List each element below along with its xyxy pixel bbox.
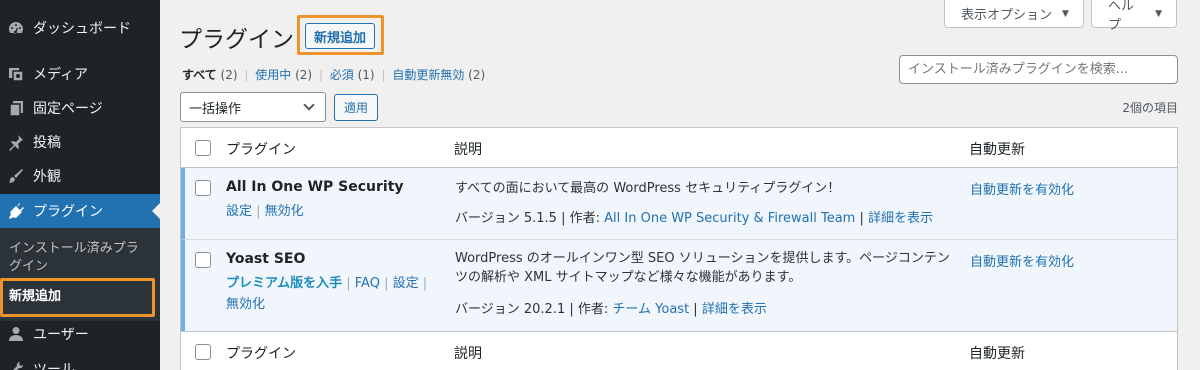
plugin-status-filters: すべて (2) | 使用中 (2) | 必須 (1) | 自動更新無効 (2): [182, 66, 485, 83]
deactivate-link[interactable]: 無効化: [265, 204, 304, 219]
pin-icon: [6, 132, 26, 152]
help-tab[interactable]: ヘルプ ▼: [1091, 0, 1177, 33]
sidebar-item-posts[interactable]: 投稿: [0, 125, 160, 159]
table-row: Yoast SEO プレミアム版を入手 | FAQ | 設定 | 無効化 Wor…: [181, 240, 1177, 331]
filter-all-count: (2): [220, 68, 238, 82]
pages-icon: [6, 98, 26, 118]
author-link[interactable]: All In One WP Security & Firewall Team: [604, 211, 855, 226]
sidebar-item-label: 外観: [33, 169, 61, 185]
sidebar-item-label: 固定ページ: [33, 101, 103, 117]
plugin-meta: バージョン 20.2.1 | 作者: チーム Yoast | 詳細を表示: [455, 302, 767, 317]
chevron-down-icon: [303, 99, 315, 111]
row-actions: 設定 | 無効化: [226, 204, 304, 219]
filter-required-count: (1): [357, 68, 375, 82]
plugin-version: バージョン 20.2.1: [455, 302, 566, 317]
plugins-submenu: インストール済みプラグイン 新規追加: [0, 228, 160, 321]
admin-sidebar: ダッシュボード メディア 固定ページ 投稿 外観 プラグイン インストール済みプ…: [0, 0, 160, 370]
table-footer-row: プラグイン 説明 自動更新: [181, 331, 1177, 370]
media-icon: [6, 64, 26, 84]
column-header-description: 説明: [454, 142, 482, 158]
select-all-checkbox[interactable]: [195, 140, 211, 156]
apply-button[interactable]: 適用: [334, 94, 379, 121]
column-header-auto-update: 自動更新: [969, 142, 1025, 158]
filter-separator: |: [318, 68, 323, 82]
column-footer-plugin[interactable]: プラグイン: [226, 343, 296, 363]
filter-auto-updates-disabled-count: (2): [468, 68, 486, 82]
plugin-search-input[interactable]: [899, 55, 1178, 84]
filter-required[interactable]: 必須: [330, 68, 354, 82]
sidebar-item-users[interactable]: ユーザー: [0, 317, 160, 351]
tools-icon: [6, 359, 26, 370]
faq-link[interactable]: FAQ: [355, 276, 380, 291]
author-link[interactable]: チーム Yoast: [612, 302, 689, 317]
items-count: 2個の項目: [1122, 101, 1178, 115]
column-footer-auto-update: 自動更新: [969, 346, 1025, 362]
filter-active-count: (2): [295, 68, 313, 82]
view-details-link[interactable]: 詳細を表示: [702, 302, 767, 317]
enable-auto-update-link[interactable]: 自動更新を有効化: [970, 179, 1074, 198]
row-actions: プレミアム版を入手 | FAQ | 設定 | 無効化: [226, 276, 428, 312]
enable-auto-update-link[interactable]: 自動更新を有効化: [970, 251, 1074, 270]
filter-all[interactable]: すべて: [182, 68, 217, 82]
table-row: All In One WP Security 設定 | 無効化 すべての面におい…: [181, 168, 1177, 240]
row-checkbox[interactable]: [195, 180, 211, 196]
plugin-meta: バージョン 5.1.5 | 作者: All In One WP Security…: [455, 211, 933, 226]
table-header-row: プラグイン 説明 自動更新: [181, 128, 1177, 168]
author-label: 作者:: [577, 302, 609, 317]
brush-icon: [6, 166, 26, 186]
dashboard-icon: [6, 18, 26, 38]
screen-options-tab[interactable]: 表示オプション ▼: [944, 0, 1084, 28]
help-label: ヘルプ: [1108, 0, 1135, 33]
sidebar-item-media[interactable]: メディア: [0, 57, 160, 91]
sidebar-item-appearance[interactable]: 外観: [0, 159, 160, 193]
plugin-description: WordPress のオールインワン型 SEO ソリューションを提供します。ペー…: [455, 251, 950, 285]
author-label: 作者:: [569, 211, 600, 226]
submenu-item-installed-plugins[interactable]: インストール済みプラグイン: [9, 240, 149, 276]
sidebar-item-plugins[interactable]: プラグイン: [0, 194, 160, 228]
bulk-action-select[interactable]: 一括操作: [180, 92, 326, 122]
sidebar-item-label: メディア: [33, 67, 89, 83]
caret-down-icon: ▼: [1155, 8, 1162, 19]
user-icon: [6, 324, 26, 344]
view-details-link[interactable]: 詳細を表示: [868, 211, 933, 226]
sidebar-item-pages[interactable]: 固定ページ: [0, 91, 160, 125]
column-header-plugin[interactable]: プラグイン: [226, 139, 296, 159]
plugins-table: プラグイン 説明 自動更新 All In One WP Security 設定 …: [180, 127, 1178, 370]
add-new-plugin-button[interactable]: 新規追加: [305, 23, 376, 49]
settings-link[interactable]: 設定: [226, 204, 252, 219]
submenu-item-add-new[interactable]: 新規追加: [9, 288, 61, 306]
sidebar-item-label: プラグイン: [33, 204, 103, 220]
screen-options-label: 表示オプション: [961, 8, 1053, 23]
filter-separator: |: [244, 68, 249, 82]
active-indicator-arrow: [152, 203, 160, 219]
page-title: プラグイン: [179, 27, 294, 53]
sidebar-item-dashboard[interactable]: ダッシュボード: [0, 11, 160, 45]
sidebar-item-label: 投稿: [33, 135, 61, 151]
bulk-action-selected: 一括操作: [189, 101, 242, 117]
sidebar-item-label: ツール: [33, 362, 75, 370]
deactivate-link[interactable]: 無効化: [226, 297, 265, 312]
plugin-version: バージョン 5.1.5: [455, 211, 557, 226]
plugin-name: All In One WP Security: [226, 179, 404, 195]
plugin-description: すべての面において最高の WordPress セキュリティプラグイン！: [455, 181, 841, 196]
column-footer-description: 説明: [454, 346, 482, 362]
plugin-icon: [6, 201, 26, 221]
settings-link[interactable]: 設定: [393, 276, 419, 291]
filter-auto-updates-disabled[interactable]: 自動更新無効: [392, 68, 464, 82]
plugin-name: Yoast SEO: [226, 251, 306, 267]
sidebar-item-label: ユーザー: [33, 327, 89, 343]
row-checkbox[interactable]: [195, 252, 211, 268]
caret-down-icon: ▼: [1062, 8, 1069, 19]
select-all-checkbox[interactable]: [195, 344, 211, 360]
get-premium-link[interactable]: プレミアム版を入手: [226, 276, 342, 291]
filter-separator: |: [381, 68, 386, 82]
sidebar-item-tools[interactable]: ツール: [0, 352, 160, 370]
filter-active[interactable]: 使用中: [255, 68, 291, 82]
sidebar-item-label: ダッシュボード: [33, 21, 131, 37]
